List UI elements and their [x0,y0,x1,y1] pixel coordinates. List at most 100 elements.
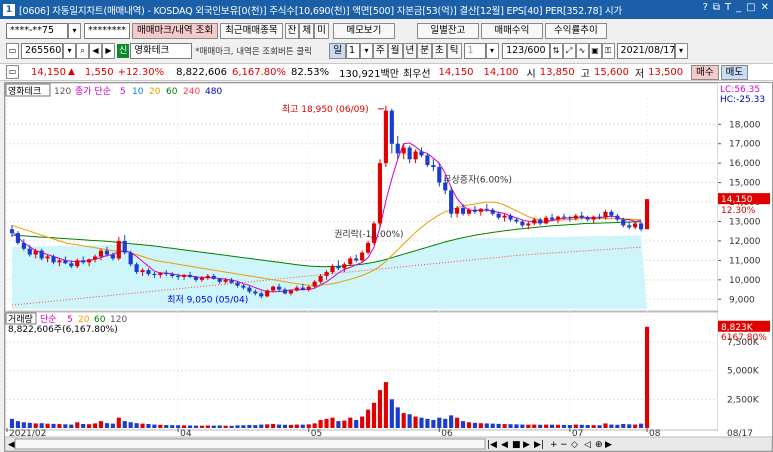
copy-icon[interactable]: ⧉ [713,2,720,13]
candle-body [45,256,50,259]
pattern-icon[interactable]: ∿ [575,43,589,59]
date-input[interactable]: 2021/08/17 [616,43,675,59]
split-icon: ⊕ [595,440,603,450]
chart-area[interactable]: 18,00017,00016,00015,00014,00013,00012,0… [4,82,773,452]
stock-name-field: 영화테크 [130,43,193,59]
recent-trades-button[interactable]: 최근매매종목 [220,23,283,39]
candle-body [265,290,270,297]
font-icon[interactable]: T [725,2,731,13]
tick-count-input[interactable]: 1 [463,43,486,59]
low-price: 13,500 [648,66,684,78]
volume-bar [644,326,650,428]
volume-bar [520,424,525,428]
buy-button[interactable]: 매수 [691,64,719,80]
panel-icon[interactable]: ▭ [6,43,19,59]
period-count-dropdown[interactable]: ▾ [360,43,374,59]
balance-button[interactable]: 잔 [284,23,300,39]
password-input[interactable]: ******** [84,23,130,39]
prev-icon[interactable]: ◀ [89,43,102,59]
candle-body [294,287,299,291]
volume-bar [170,425,175,428]
period-second-button[interactable]: 초 [432,43,447,59]
minimize-icon[interactable]: _ [736,2,741,13]
candle-body [389,110,394,144]
volume-bar [401,413,406,428]
quote-panel-icon[interactable]: ▭ [6,65,19,79]
date-dropdown[interactable]: ▾ [674,43,688,59]
app-icon: 1 [3,3,15,16]
filled-button[interactable]: 체 [299,23,315,39]
volume-bar [69,424,74,428]
candle-body [383,110,388,164]
range-input[interactable]: 123/600 [501,43,550,59]
trade-mark-query-button[interactable]: 매매마크/내역 조회 [132,23,219,39]
price-change: 1,550 [84,66,114,78]
volume-bar [395,407,400,428]
current-price: 14,150 [31,66,66,78]
volume-bar [360,416,365,428]
volume-bar [223,425,228,428]
period-tick-button[interactable]: 틱 [446,43,462,59]
maximize-icon[interactable]: □ [746,2,755,13]
up-arrow-icon: ▲ [68,67,75,77]
candle-body [81,260,86,263]
candle-body [104,250,110,255]
volume-bar [455,417,460,428]
candle-body [532,219,537,224]
memo-button[interactable]: 메모보기 [332,23,395,39]
next-icon[interactable]: ▶ [102,43,115,59]
stock-code-input[interactable]: 265560 [21,43,63,59]
range-spin[interactable]: ⇅ [549,43,563,59]
candle-body [567,217,572,219]
search-icon[interactable]: ⌕ [76,43,89,59]
volume-bar [366,409,371,428]
unfilled-button[interactable]: 미 [314,23,329,39]
candle-body [336,266,341,269]
account-dropdown[interactable]: ▾ [68,23,81,39]
save-icon[interactable]: ▣ [588,43,602,59]
daily-balance-button[interactable]: 일별잔고 [416,23,479,39]
candle-body [276,286,282,290]
period-count-input[interactable]: 1 [346,43,361,59]
period-month-button[interactable]: 월 [387,43,403,59]
volume-bar [609,424,614,428]
sell-button[interactable]: 매도 [720,64,749,80]
candle-body [217,278,222,282]
help-icon[interactable]: ? [703,2,708,13]
volume-bar [639,423,644,428]
period-minute-button[interactable]: 분 [417,43,433,59]
scroll-prev-icon: ◀ [501,440,508,450]
period-week-button[interactable]: 주 [373,43,388,59]
candle-body [449,190,454,214]
candle-body [538,219,543,224]
high-label: 고 [580,68,590,80]
period-day-button[interactable]: 일 [329,43,347,59]
candle-body [348,258,353,265]
tick-count-dropdown[interactable]: ▾ [485,43,499,59]
candle-body [627,225,632,228]
volume-bar [312,423,317,428]
volume-bar [549,424,555,428]
account-input[interactable]: ****-**75 [6,23,68,39]
lock-icon[interactable]: ⚿ [601,43,615,59]
candle-body [502,215,507,218]
candle-body [366,242,371,253]
annot-high: 최고 18,950 (06/09) [282,104,369,115]
close-icon[interactable]: ✕ [761,2,769,13]
trade-profit-button[interactable]: 매매수익 [480,23,543,39]
profit-trend-button[interactable]: 수익률추이 [544,23,607,39]
candle-body [116,240,121,259]
candle-body [549,217,555,220]
volume-bar [502,424,507,428]
volume-axis-label: 2,500K [727,395,760,405]
period-year-button[interactable]: 년 [402,43,418,59]
chart-svg[interactable]: 18,00017,00016,00015,00014,00013,00012,0… [5,83,772,451]
candle-body [223,279,228,282]
candle-body [520,221,525,226]
window-controls: ? ⧉ T _ □ ✕ [703,2,769,13]
candle-body [271,286,276,291]
candle-body [75,260,80,267]
zoom-icon[interactable]: ⤢ [562,43,576,59]
volume-bar [526,424,531,428]
stock-dropdown[interactable]: ▾ [63,43,76,59]
